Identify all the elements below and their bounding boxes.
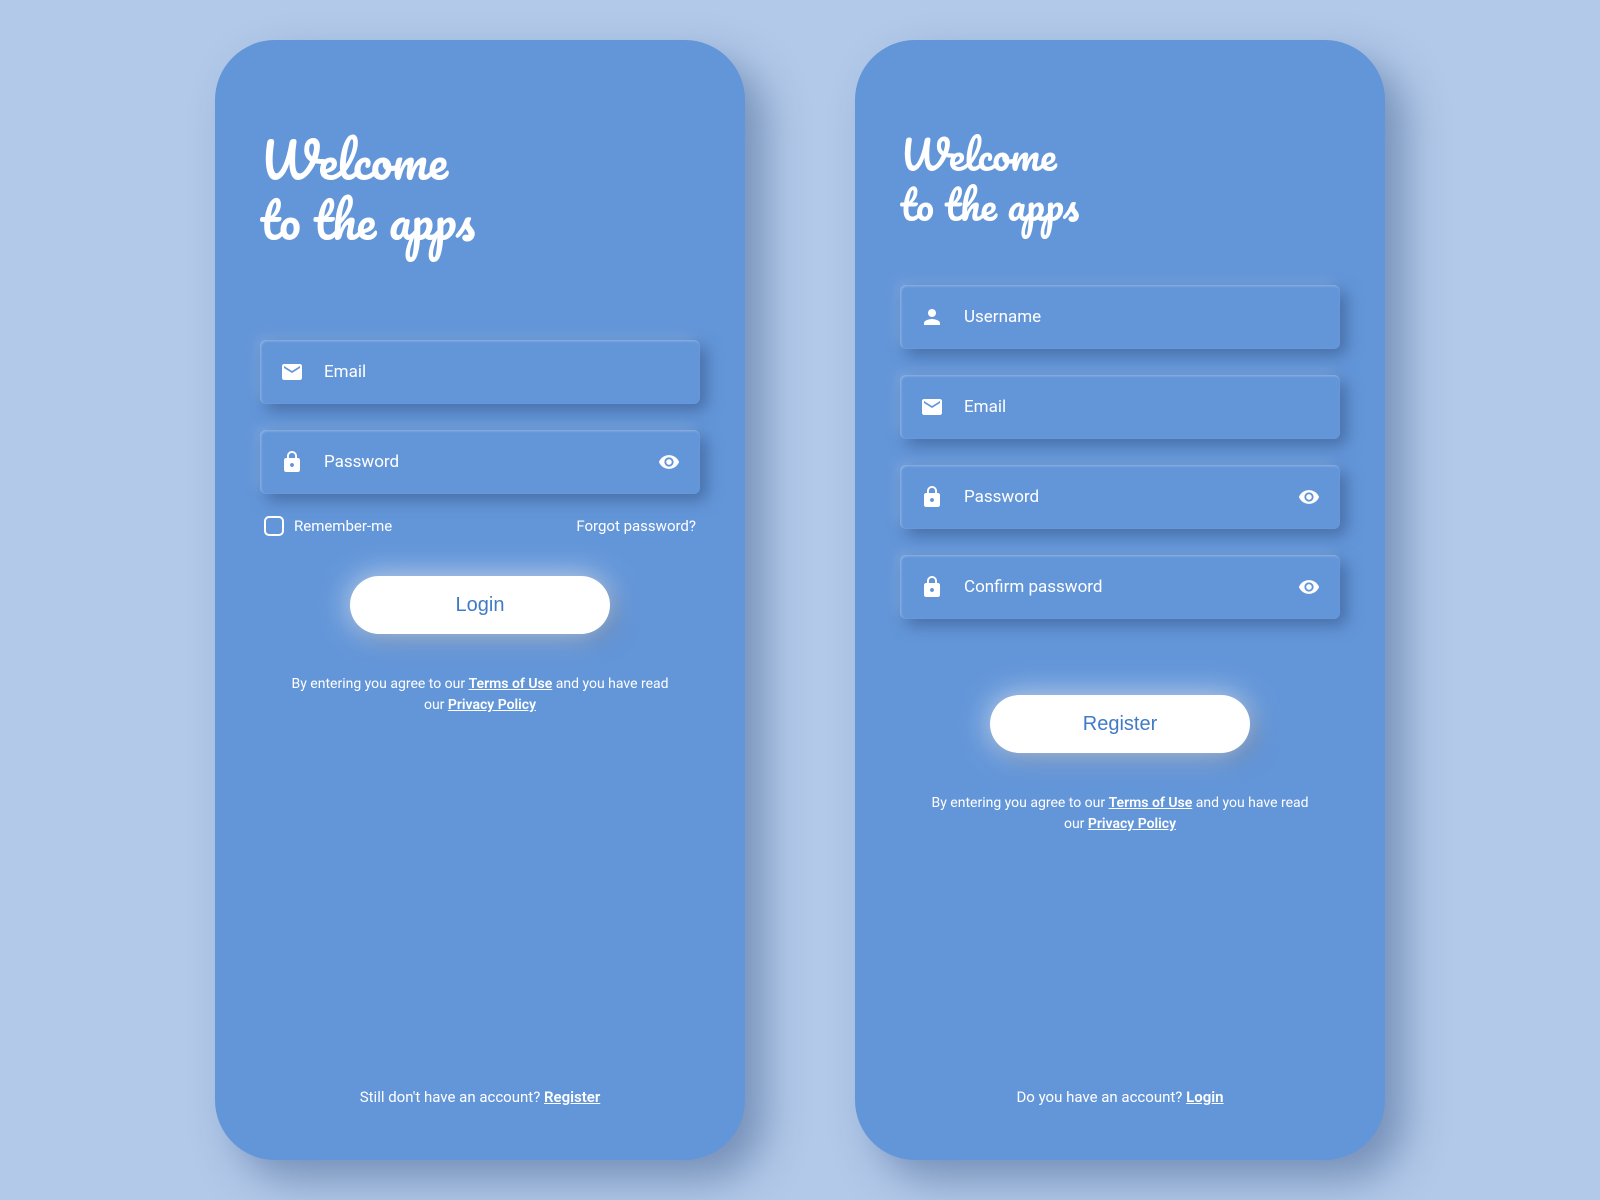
- register-legal-text: By entering you agree to our Terms of Us…: [900, 793, 1340, 835]
- password-placeholder: Password: [324, 452, 658, 472]
- login-screen: Welcome to the apps Email Password Remem…: [215, 40, 745, 1160]
- login-title-line2: to the apps: [260, 177, 475, 262]
- register-button[interactable]: Register: [990, 695, 1250, 753]
- register-footer: Do you have an account? Login: [900, 1088, 1340, 1120]
- username-placeholder: Username: [964, 307, 1320, 327]
- confirm-password-field[interactable]: Confirm password: [900, 555, 1340, 619]
- lock-icon: [920, 575, 944, 599]
- register-link[interactable]: Register: [544, 1088, 600, 1106]
- privacy-policy-link[interactable]: Privacy Policy: [1088, 816, 1176, 832]
- person-icon: [920, 305, 944, 329]
- forgot-password-link[interactable]: Forgot password?: [576, 517, 696, 535]
- privacy-policy-link[interactable]: Privacy Policy: [448, 697, 536, 713]
- login-footer: Still don't have an account? Register: [260, 1088, 700, 1120]
- email-placeholder: Email: [324, 362, 680, 382]
- register-password-placeholder: Password: [964, 487, 1298, 507]
- login-button[interactable]: Login: [350, 576, 610, 634]
- register-screen: Welcome to the apps Username Email Passw…: [855, 40, 1385, 1160]
- confirm-password-placeholder: Confirm password: [964, 577, 1298, 597]
- eye-icon[interactable]: [658, 451, 680, 473]
- login-legal-text: By entering you agree to our Terms of Us…: [260, 674, 700, 716]
- register-password-field[interactable]: Password: [900, 465, 1340, 529]
- register-email-placeholder: Email: [964, 397, 1320, 417]
- remember-me-label: Remember-me: [294, 517, 392, 535]
- username-field[interactable]: Username: [900, 285, 1340, 349]
- register-title-line2: to the apps: [900, 170, 1079, 240]
- eye-icon[interactable]: [1298, 486, 1320, 508]
- email-icon: [280, 360, 304, 384]
- checkbox-icon: [264, 516, 284, 536]
- email-icon: [920, 395, 944, 419]
- email-field[interactable]: Email: [260, 340, 700, 404]
- password-field[interactable]: Password: [260, 430, 700, 494]
- eye-icon[interactable]: [1298, 576, 1320, 598]
- register-email-field[interactable]: Email: [900, 375, 1340, 439]
- login-options-row: Remember-me Forgot password?: [260, 516, 700, 536]
- login-title: Welcome to the apps: [260, 130, 700, 250]
- login-link[interactable]: Login: [1186, 1088, 1223, 1106]
- register-title: Welcome to the apps: [900, 130, 1340, 230]
- lock-icon: [920, 485, 944, 509]
- remember-me-checkbox[interactable]: Remember-me: [264, 516, 392, 536]
- lock-icon: [280, 450, 304, 474]
- terms-of-use-link[interactable]: Terms of Use: [469, 676, 553, 692]
- terms-of-use-link[interactable]: Terms of Use: [1109, 795, 1193, 811]
